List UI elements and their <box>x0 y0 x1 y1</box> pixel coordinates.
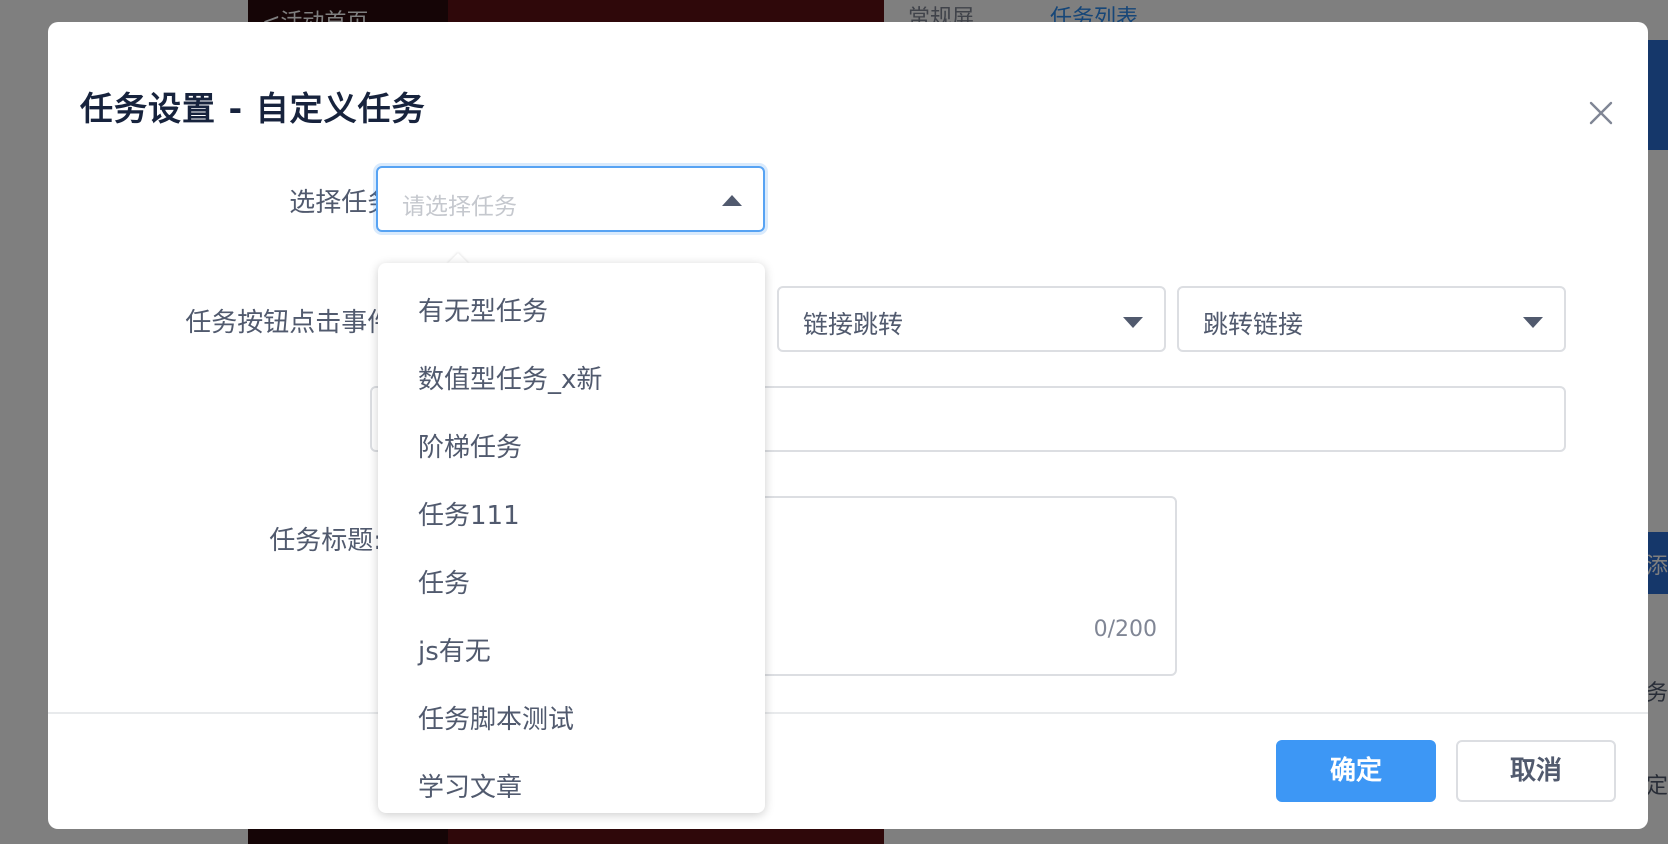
click-event-target-select[interactable]: 跳转链接 <box>1177 286 1566 352</box>
select-task-options-menu: 有无型任务 数值型任务_x新 阶梯任务 任务111 任务 js有无 任务脚本测试… <box>378 263 765 813</box>
select-option-label: js有无 <box>418 637 491 667</box>
confirm-button[interactable]: 确定 <box>1276 740 1436 802</box>
close-button[interactable] <box>1586 98 1616 128</box>
select-option[interactable]: 有无型任务 <box>378 275 765 339</box>
select-option-label: 任务111 <box>418 501 520 531</box>
caret-up-icon <box>722 195 742 206</box>
click-event-type-select[interactable]: 链接跳转 <box>777 286 1166 352</box>
select-option[interactable]: 任务111 <box>378 479 765 543</box>
select-task-placeholder: 请选择任务 <box>402 194 517 220</box>
select-option-label: 数值型任务_x新 <box>418 365 603 395</box>
task-title-label: 任务标题: <box>269 526 382 556</box>
click-event-target-value: 跳转链接 <box>1203 310 1304 339</box>
click-event-type-value: 链接跳转 <box>803 310 904 339</box>
select-option-label: 任务脚本测试 <box>418 705 575 735</box>
click-event-label: 任务按钮点击事件: <box>185 308 402 338</box>
caret-down-icon <box>1123 317 1143 328</box>
select-task-dropdown[interactable]: 请选择任务 <box>376 166 765 232</box>
select-option-label: 阶梯任务 <box>418 433 523 463</box>
select-option[interactable]: 任务 <box>378 547 765 611</box>
select-option-label: 任务 <box>418 569 471 599</box>
dialog-title: 任务设置 - 自定义任务 <box>80 89 426 128</box>
cancel-button[interactable]: 取消 <box>1456 740 1616 802</box>
dialog-footer-divider <box>48 712 1648 714</box>
task-settings-dialog: 任务设置 - 自定义任务 选择任务: 请选择任务 任务按钮点击事件: 链接跳转 … <box>48 22 1648 829</box>
close-icon <box>1589 101 1613 125</box>
select-option[interactable]: 任务脚本测试 <box>378 683 765 747</box>
caret-down-icon <box>1523 317 1543 328</box>
select-option-label: 学习文章 <box>418 773 523 803</box>
select-option[interactable]: 学习文章 <box>378 751 765 813</box>
select-option[interactable]: js有无 <box>378 615 765 679</box>
task-title-char-counter: 0/200 <box>1093 617 1157 642</box>
select-option[interactable]: 数值型任务_x新 <box>378 343 765 407</box>
select-option[interactable]: 阶梯任务 <box>378 411 765 475</box>
select-option-label: 有无型任务 <box>418 297 549 327</box>
